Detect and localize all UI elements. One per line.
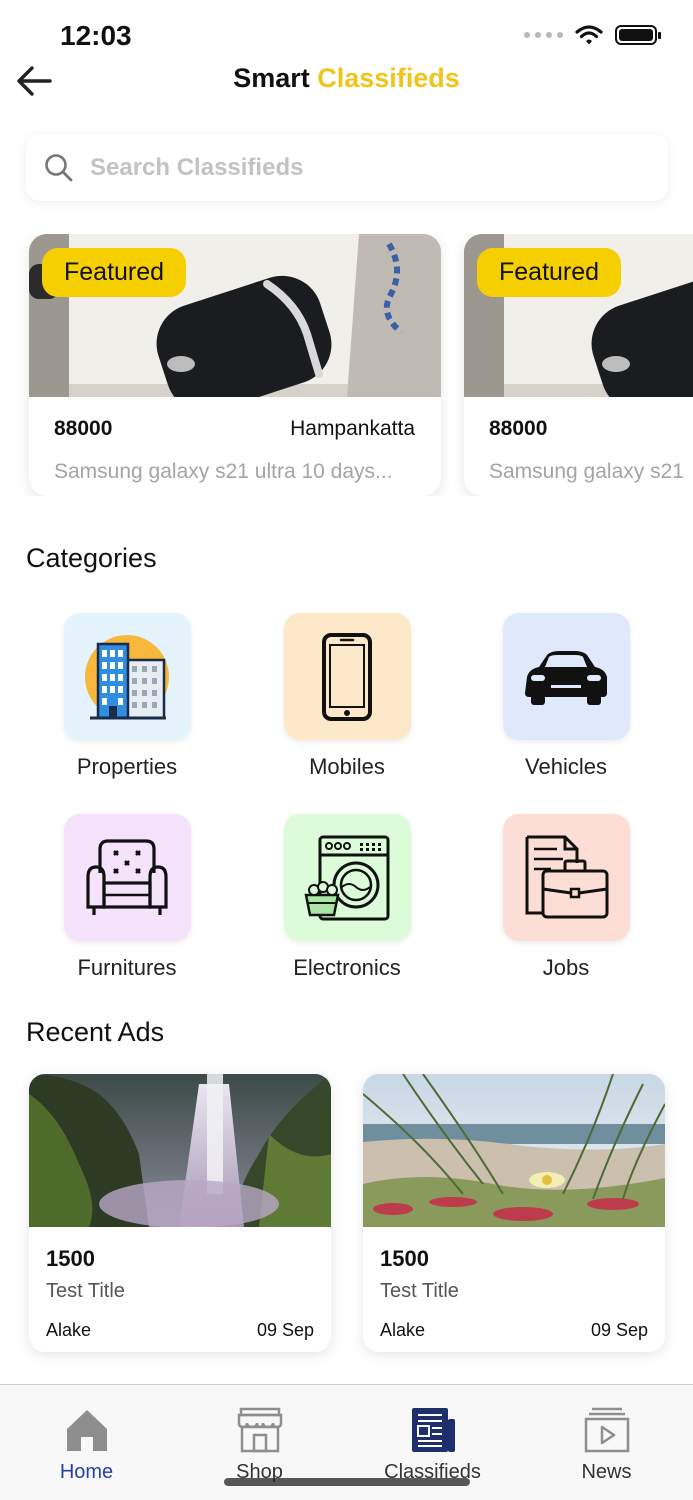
featured-price: 88000 [489,417,548,440]
recent-ad-image [29,1074,331,1227]
category-electronics[interactable]: Electronics [267,814,427,981]
tab-label: News [581,1461,632,1483]
category-label: Jobs [542,955,590,980]
news-icon [584,1407,629,1453]
status-time: 12:03 [60,20,132,51]
car-icon [525,650,607,705]
categories-title: Categories [26,543,157,573]
category-tile [283,613,411,740]
status-icons [524,24,661,46]
app-title: Smart Classifieds [0,63,693,94]
category-tile [63,613,191,740]
featured-badge: Featured [42,248,187,297]
category-label: Electronics [293,955,401,980]
recent-ad-location: Alake [46,1320,92,1340]
armchair-icon [86,838,168,915]
tab-home[interactable]: Home [0,1385,173,1500]
category-label: Properties [76,754,178,779]
category-properties[interactable]: Properties [47,613,207,780]
search-icon [45,153,73,181]
battery-icon [615,25,661,45]
recent-ad-date: 09 Sep [590,1320,648,1340]
category-tile [283,814,411,941]
featured-badge: Featured [477,248,622,297]
status-bar: 12:03 [0,0,693,60]
category-label: Furnitures [77,955,177,980]
recent-ad-image [363,1074,665,1227]
washing-machine-icon [304,835,390,920]
featured-description: Samsung galaxy s21 [489,460,684,483]
recent-ad-date: 09 Sep [256,1320,314,1340]
category-label: Mobiles [309,754,385,779]
recent-ad-price: 1500 [380,1246,429,1271]
shop-icon [237,1407,282,1453]
tab-label: Home [59,1461,114,1483]
category-mobiles[interactable]: Mobiles [267,613,427,780]
category-vehicles[interactable]: Vehicles [486,613,646,780]
search-input[interactable] [90,153,610,182]
search-bar[interactable] [26,134,668,201]
mobile-phone-icon [322,632,372,721]
recent-ads-title: Recent Ads [26,1017,165,1047]
recent-ad-price: 1500 [46,1246,95,1271]
featured-location: Hampankatta [290,417,415,440]
recent-ad-title: Test Title [46,1280,125,1302]
featured-carousel[interactable]: Featured 88000 Hampankatta Samsung galax… [0,234,693,496]
home-icon [66,1410,107,1451]
recent-ad-title: Test Title [380,1280,459,1302]
featured-card[interactable]: Featured 88000 Hampankatta Samsung galax… [29,234,441,496]
signal-dots-icon [524,32,563,38]
app-title-part1: Smart [233,63,310,93]
featured-card[interactable]: Featured 88000 Samsung galaxy s21 [464,234,693,496]
wifi-icon [575,25,603,45]
recent-ad-card[interactable]: 1500 Test Title Alake 09 Sep [363,1074,665,1352]
recent-ad-location: Alake [380,1320,426,1340]
category-furnitures[interactable]: Furnitures [47,814,207,981]
briefcase-icon [525,835,609,918]
category-tile [502,613,630,740]
app-title-part2: Classifieds [317,63,460,93]
app-header: Smart Classifieds [0,55,693,105]
category-jobs[interactable]: Jobs [486,814,646,981]
featured-description: Samsung galaxy s21 ultra 10 days... [54,460,393,483]
home-indicator [224,1478,470,1486]
featured-price: 88000 [54,417,113,440]
category-tile [502,814,630,941]
building-icon [85,634,169,719]
category-label: Vehicles [525,754,607,779]
recent-ad-card[interactable]: 1500 Test Title Alake 09 Sep [29,1074,331,1352]
tab-news[interactable]: News [520,1385,693,1500]
category-tile [63,814,191,941]
classifieds-icon [411,1408,455,1452]
